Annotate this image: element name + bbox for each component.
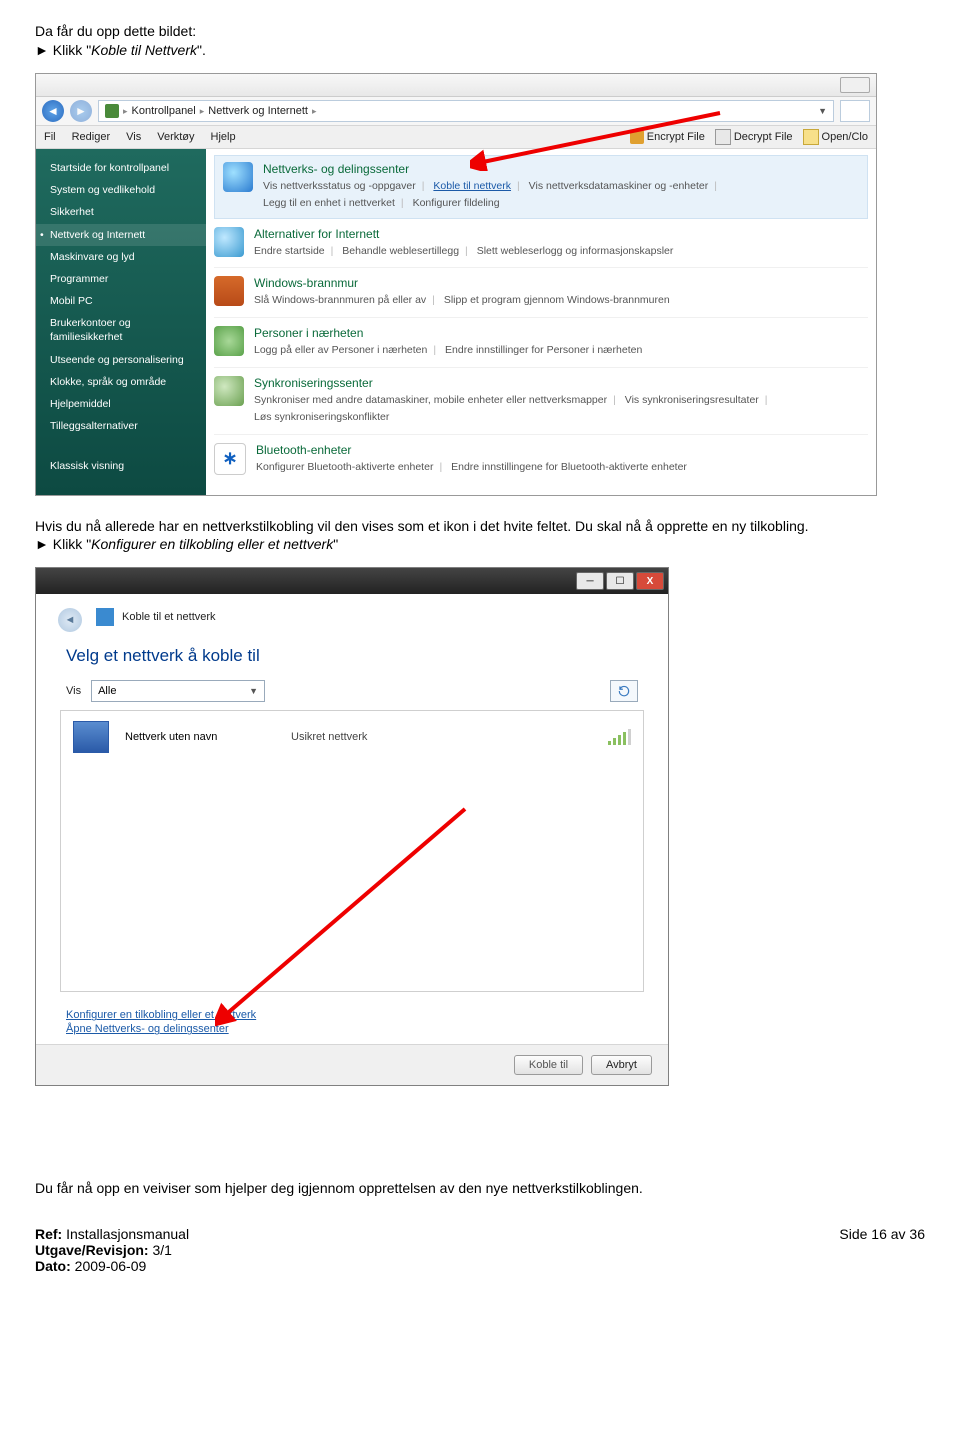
- intro-line-2: ► Klikk "Koble til Nettverk".: [35, 42, 925, 58]
- menu-help[interactable]: Hjelp: [211, 131, 236, 143]
- wizard-links: Konfigurer en tilkobling eller et nettve…: [36, 992, 668, 1044]
- wizard-back-button[interactable]: ◄: [58, 608, 82, 632]
- wizard-title: Koble til et nettverk: [122, 611, 216, 623]
- link-configure-connection[interactable]: Konfigurer en tilkobling eller et nettve…: [66, 1008, 638, 1022]
- link-connect-network[interactable]: Koble til nettverk: [433, 180, 511, 192]
- link-filesharing[interactable]: Konfigurer fildeling: [413, 197, 500, 209]
- lock-icon: [630, 130, 644, 144]
- minimize-button[interactable]: ─: [576, 572, 604, 590]
- people-icon: [214, 326, 244, 356]
- intro-line-1: Da får du opp dette bildet:: [35, 23, 925, 39]
- link-add-device[interactable]: Legg til en enhet i nettverket: [263, 197, 395, 209]
- sidebar-item-security[interactable]: Sikkerhet: [36, 201, 206, 223]
- network-name: Nettverk uten navn: [125, 731, 275, 743]
- doc-icon: [715, 129, 731, 145]
- link-view-devices[interactable]: Vis nettverksdatamaskiner og -enheter: [529, 180, 709, 192]
- folder-icon: [803, 129, 819, 145]
- network-icon: [73, 721, 109, 753]
- sidebar-item-programs[interactable]: Programmer: [36, 268, 206, 290]
- address-bar: ◄ ► ▸ Kontrollpanel ▸ Nettverk og Intern…: [36, 97, 876, 126]
- chevron-down-icon: ▼: [249, 686, 258, 696]
- main-content: Nettverks- og delingssenter Vis nettverk…: [206, 149, 876, 495]
- internet-options-icon: [214, 227, 244, 257]
- network-desc: Usikret nettverk: [291, 731, 367, 743]
- sidebar-item-network[interactable]: Nettverk og Internett: [36, 224, 206, 246]
- control-panel-window: ◄ ► ▸ Kontrollpanel ▸ Nettverk og Intern…: [35, 73, 877, 496]
- forward-button[interactable]: ►: [70, 100, 92, 122]
- screenshot-wizard: ─ ☐ X ◄ Koble til et nettverk Velg et ne…: [35, 567, 925, 1086]
- bluetooth-title[interactable]: Bluetooth-enheter: [256, 443, 868, 457]
- people-title[interactable]: Personer i nærheten: [254, 326, 868, 340]
- maximize-button[interactable]: ☐: [606, 572, 634, 590]
- sync-icon: [214, 376, 244, 406]
- wizard-heading: Velg et nettverk å koble til: [36, 638, 668, 676]
- breadcrumb[interactable]: ▸ Kontrollpanel ▸ Nettverk og Internett …: [98, 100, 834, 122]
- cp-icon: [105, 104, 119, 118]
- mid-p2: ► Klikk "Konfigurer en tilkobling eller …: [35, 536, 925, 552]
- refresh-button[interactable]: [610, 680, 638, 702]
- menu-file[interactable]: Fil: [44, 131, 56, 143]
- network-center-icon: [223, 162, 253, 192]
- filter-label: Vis: [66, 685, 81, 697]
- firewall-icon: [214, 276, 244, 306]
- back-button[interactable]: ◄: [42, 100, 64, 122]
- close-button[interactable]: X: [636, 572, 664, 590]
- encrypt-button[interactable]: Encrypt File: [630, 130, 705, 144]
- link-open-sharing-center[interactable]: Åpne Nettverks- og delingssenter: [66, 1022, 638, 1036]
- wizard-window: ─ ☐ X ◄ Koble til et nettverk Velg et ne…: [35, 567, 669, 1086]
- middle-text: Hvis du nå allerede har en nettverkstilk…: [35, 518, 925, 552]
- internet-options-title[interactable]: Alternativer for Internett: [254, 227, 868, 241]
- sidebar-item-system[interactable]: System og vedlikehold: [36, 179, 206, 201]
- outro-text: Du får nå opp en veiviser som hjelper de…: [35, 1180, 925, 1196]
- signal-icon: [608, 729, 631, 745]
- menu-bar: Fil Rediger Vis Verktøy Hjelp Encrypt Fi…: [36, 126, 876, 149]
- sidebar-item-classic[interactable]: Klassisk visning: [36, 455, 206, 477]
- filter-select[interactable]: Alle ▼: [91, 680, 265, 702]
- sidebar-item-mobilepc[interactable]: Mobil PC: [36, 290, 206, 312]
- mid-p1: Hvis du nå allerede har en nettverkstilk…: [35, 518, 925, 534]
- connect-button[interactable]: Koble til: [514, 1055, 583, 1075]
- decrypt-button[interactable]: Decrypt File: [715, 129, 793, 145]
- sidebar: Startside for kontrollpanel System og ve…: [36, 149, 206, 495]
- sidebar-item-users[interactable]: Brukerkontoer og familiesikkerhet: [36, 312, 206, 348]
- sidebar-item-additional[interactable]: Tilleggsalternativer: [36, 415, 206, 437]
- bluetooth-icon: ∗: [214, 443, 246, 475]
- menu-edit[interactable]: Rediger: [72, 131, 111, 143]
- link-status[interactable]: Vis nettverksstatus og -oppgaver: [263, 180, 416, 192]
- window-titlebar: [36, 74, 876, 97]
- page-footer: Side 16 av 36 Ref: Installasjonsmanual U…: [35, 1226, 925, 1274]
- sidebar-item-ease[interactable]: Hjelpemiddel: [36, 393, 206, 415]
- screenshot-control-panel: ◄ ► ▸ Kontrollpanel ▸ Nettverk og Intern…: [35, 73, 925, 496]
- sync-title[interactable]: Synkroniseringssenter: [254, 376, 868, 390]
- sidebar-item-hardware[interactable]: Maskinvare og lyd: [36, 246, 206, 268]
- refresh-icon: [617, 684, 631, 698]
- network-item[interactable]: Nettverk uten navn Usikret nettverk: [73, 721, 631, 753]
- sidebar-item-clock[interactable]: Klokke, språk og område: [36, 371, 206, 393]
- firewall-title[interactable]: Windows-brannmur: [254, 276, 868, 290]
- wizard-titlebar: ─ ☐ X: [36, 568, 668, 594]
- menu-view[interactable]: Vis: [126, 131, 141, 143]
- network-center-title[interactable]: Nettverks- og delingssenter: [263, 162, 859, 176]
- sidebar-item-home[interactable]: Startside for kontrollpanel: [36, 157, 206, 179]
- refresh-button[interactable]: [840, 100, 870, 122]
- minimize-button[interactable]: [840, 77, 870, 93]
- wizard-icon: [96, 608, 114, 626]
- menu-tools[interactable]: Verktøy: [157, 131, 194, 143]
- page-number: Side 16 av 36: [839, 1226, 925, 1242]
- intro-text: Da får du opp dette bildet: ► Klikk "Kob…: [35, 23, 925, 58]
- open-button[interactable]: Open/Clo: [803, 129, 868, 145]
- network-list: Nettverk uten navn Usikret nettverk: [60, 710, 644, 992]
- sidebar-item-appearance[interactable]: Utseende og personalisering: [36, 349, 206, 371]
- cancel-button[interactable]: Avbryt: [591, 1055, 652, 1075]
